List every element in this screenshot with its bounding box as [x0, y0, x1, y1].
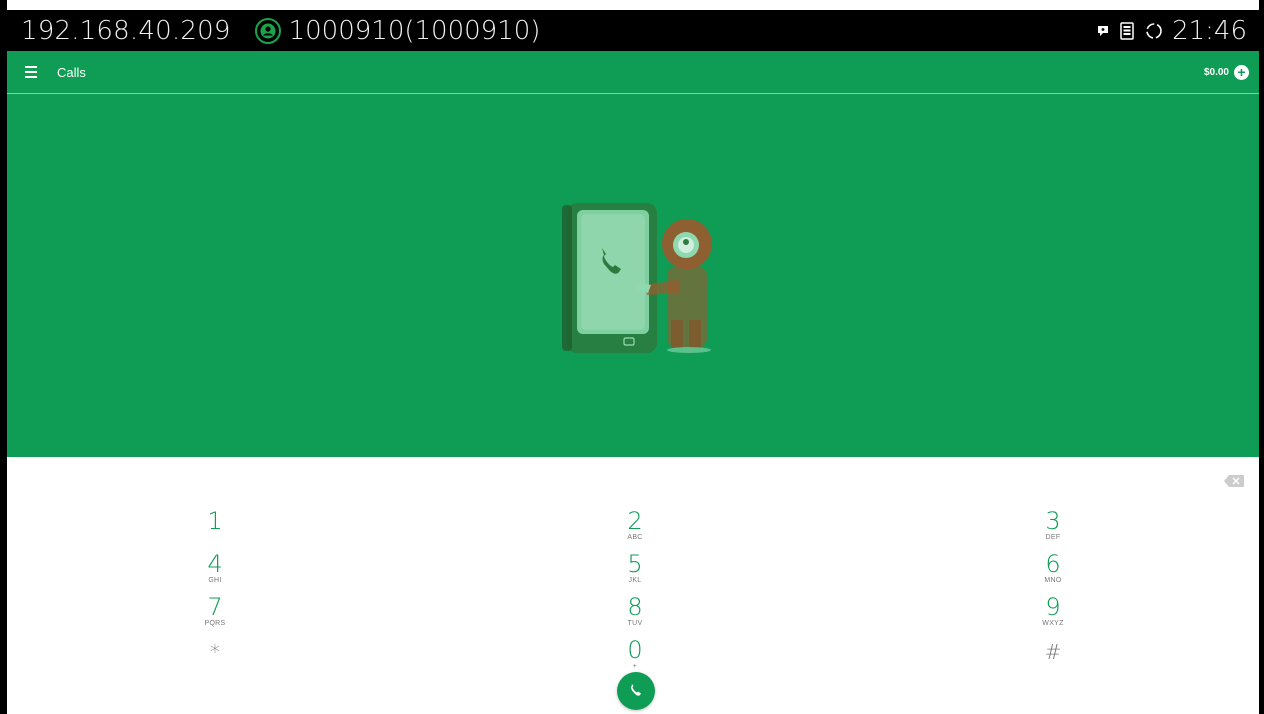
sim-card-icon [1120, 21, 1134, 40]
dialpad-key-7[interactable]: 7 PQRS [155, 595, 275, 628]
app-window: 192.168.40.209 1000910(1000910) 21:46 Ca… [0, 0, 1264, 714]
right-border [1259, 0, 1264, 714]
dialpad-key-8[interactable]: 8 TUV [575, 595, 695, 628]
key-letters: GHI [208, 577, 222, 584]
dialpad-key-5[interactable]: 5 JKL [575, 552, 695, 585]
dialpad-key-hash[interactable]: # [993, 640, 1113, 664]
key-digit: * [210, 640, 220, 664]
dialpad-key-2[interactable]: 2 ABC [575, 509, 695, 542]
status-bar: 192.168.40.209 1000910(1000910) 21:46 [7, 10, 1259, 51]
call-button[interactable] [617, 672, 655, 710]
key-letters: DEF [1045, 534, 1061, 541]
account-icon [254, 17, 281, 44]
key-letters: + [632, 663, 638, 670]
key-letters: MNO [1044, 577, 1062, 584]
key-digit: 8 [627, 593, 643, 621]
dialpad-key-3[interactable]: 3 DEF [993, 509, 1113, 542]
key-digit: 3 [1045, 507, 1061, 535]
dialpad-key-0[interactable]: 0 + [575, 638, 695, 671]
key-digit: 9 [1045, 593, 1061, 621]
left-border [0, 0, 7, 714]
backspace-icon[interactable] [1224, 475, 1244, 487]
key-digit: 7 [207, 593, 223, 621]
phone-character-illustration [562, 203, 712, 353]
key-digit: # [1044, 640, 1062, 664]
balance-label: $0.00 [1203, 66, 1229, 78]
status-icons: 21:46 [1086, 16, 1247, 46]
key-digit: 0 [627, 636, 643, 664]
hamburger-menu-icon[interactable] [25, 66, 37, 78]
page-title: Calls [57, 64, 86, 80]
account-label: 1000910(1000910) [288, 15, 541, 46]
clock: 21:46 [1172, 15, 1247, 46]
dialpad-key-9[interactable]: 9 WXYZ [993, 595, 1113, 628]
plus-icon: + [1237, 63, 1246, 80]
app-bar: Calls $0.00 + [7, 51, 1259, 94]
key-letters: ABC [627, 534, 643, 541]
dialpad-key-1[interactable]: 1 [155, 509, 275, 533]
key-letters: PQRS [204, 620, 226, 627]
ip-address: 192.168.40.209 [21, 15, 231, 46]
key-letters: JKL [628, 577, 642, 584]
key-digit: 2 [627, 507, 643, 535]
chat-icon [1096, 24, 1110, 38]
key-digit: 4 [207, 550, 223, 578]
key-digit: 1 [207, 507, 223, 535]
sync-icon [1144, 21, 1164, 41]
key-digit: 5 [627, 550, 643, 578]
dialpad-key-6[interactable]: 6 MNO [993, 552, 1113, 585]
add-credit-button[interactable]: + [1234, 63, 1249, 80]
dialpad-key-4[interactable]: 4 GHI [155, 552, 275, 585]
dialpad-key-star[interactable]: * [155, 640, 275, 664]
phone-icon [631, 684, 641, 696]
key-letters: TUV [627, 620, 643, 627]
hero-banner [7, 94, 1259, 457]
key-letters: WXYZ [1042, 620, 1064, 627]
key-digit: 6 [1045, 550, 1061, 578]
